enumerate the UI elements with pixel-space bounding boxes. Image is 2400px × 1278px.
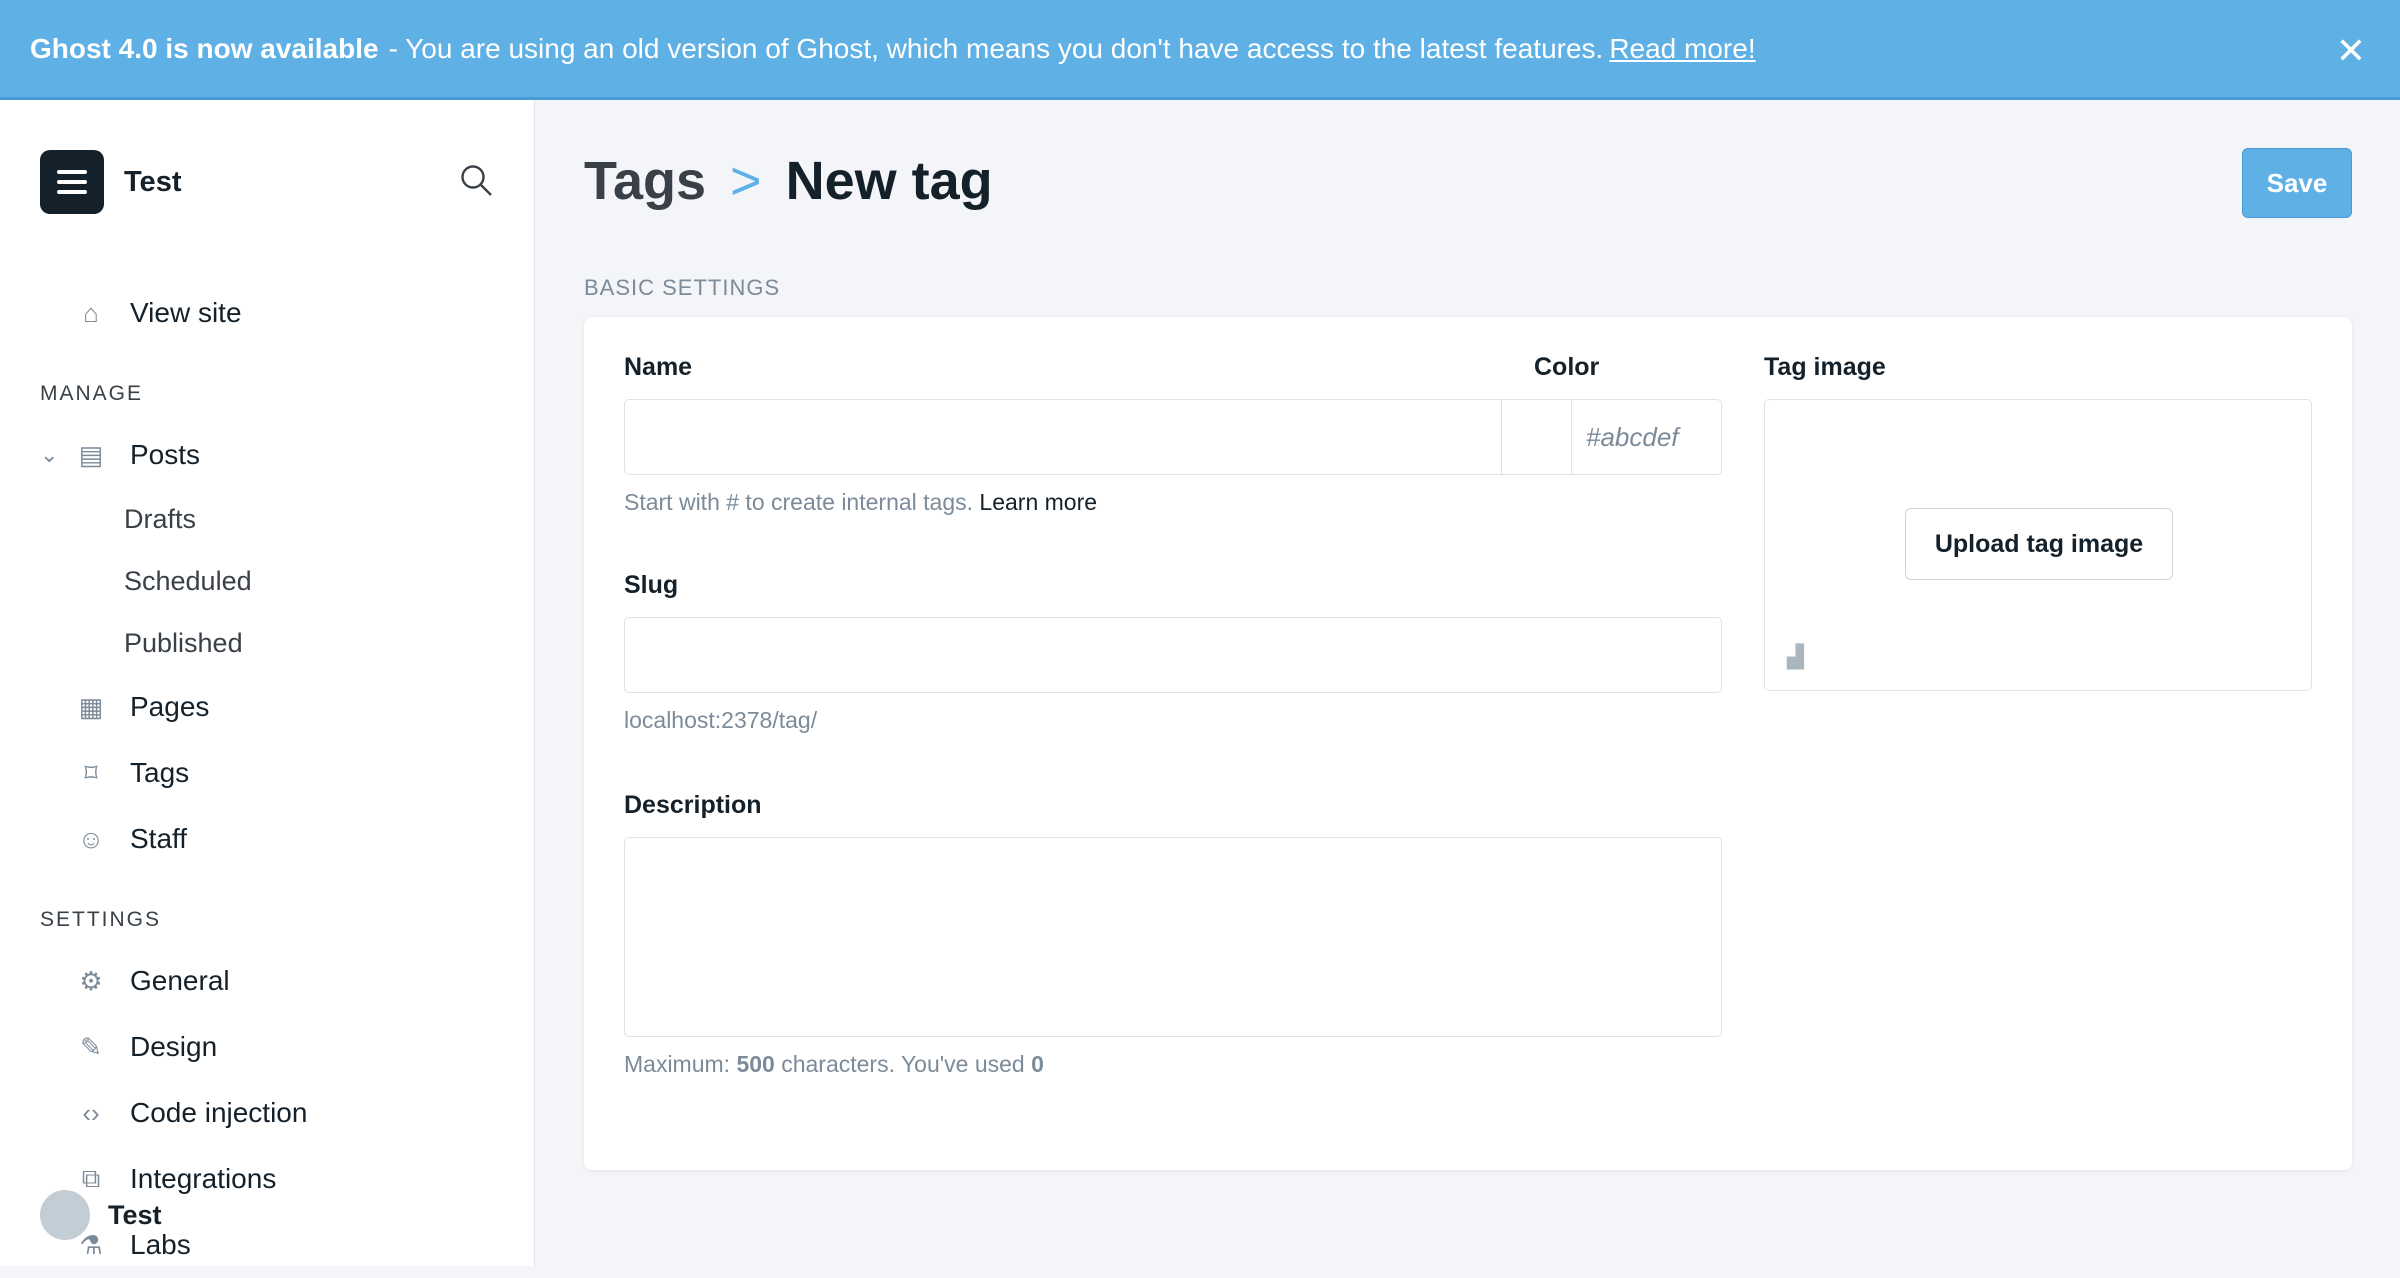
site-brand[interactable]: Test bbox=[40, 150, 181, 214]
posts-label: Posts bbox=[130, 439, 201, 470]
staff-icon: ☺ bbox=[77, 823, 105, 854]
sidebar-item-pages[interactable]: ▦ Pages bbox=[40, 674, 500, 740]
close-icon[interactable]: ✕ bbox=[2336, 30, 2366, 72]
color-label: Color bbox=[1534, 353, 1600, 381]
code-icon: ‹› bbox=[82, 1097, 100, 1128]
tag-icon: ⌑ bbox=[84, 757, 98, 788]
save-button[interactable]: Save bbox=[2242, 148, 2352, 218]
sidebar-item-posts[interactable]: ⌄ ▤ Posts bbox=[40, 422, 500, 488]
scheduled-label: Scheduled bbox=[124, 565, 252, 596]
slug-input[interactable] bbox=[624, 617, 1722, 693]
name-label: Name bbox=[624, 353, 693, 381]
chevron-down-icon[interactable]: ⌄ bbox=[40, 442, 58, 468]
pages-label: Pages bbox=[130, 691, 210, 722]
sidebar-item-scheduled[interactable]: Scheduled bbox=[40, 550, 500, 612]
published-label: Published bbox=[124, 627, 243, 658]
posts-icon: ▤ bbox=[78, 439, 104, 470]
sidebar-item-general[interactable]: ⚙ General bbox=[40, 948, 500, 1014]
tag-settings-card: Name Color #abcdef Start with # to creat… bbox=[584, 317, 2352, 1170]
banner-message: - You are using an old version of Ghost,… bbox=[388, 32, 1604, 64]
sidebar: Test ⌂ View site MANAGE ⌄ ▤ Posts Drafts Sc… bbox=[0, 100, 535, 1266]
counter-text: Maximum: bbox=[624, 1051, 737, 1077]
tag-image-label: Tag image bbox=[1764, 353, 1886, 381]
banner-title: Ghost 4.0 is now available bbox=[30, 32, 379, 64]
chevron-right-icon: > bbox=[730, 151, 762, 211]
description-textarea[interactable] bbox=[624, 837, 1722, 1037]
main-content: Tags > New tag Save BASIC SETTINGS Name … bbox=[535, 100, 2400, 1266]
pages-icon: ▦ bbox=[78, 691, 104, 722]
name-input[interactable]: #abcdef bbox=[624, 399, 1722, 475]
sidebar-item-design[interactable]: ✎ Design bbox=[40, 1014, 500, 1080]
name-help: Start with # to create internal tags. Le… bbox=[624, 489, 1097, 516]
sidebar-item-published[interactable]: Published bbox=[40, 612, 500, 674]
slug-url: localhost:2378/tag/ bbox=[624, 707, 818, 733]
learn-more-link[interactable]: Learn more bbox=[979, 489, 1097, 515]
sidebar-item-code-injection[interactable]: ‹› Code injection bbox=[40, 1080, 500, 1146]
counter-max: 500 bbox=[736, 1051, 775, 1077]
brush-icon: ✎ bbox=[80, 1031, 102, 1062]
sidebar-item-view-site[interactable]: ⌂ View site bbox=[40, 280, 500, 346]
site-logo-icon bbox=[40, 150, 104, 214]
breadcrumb: Tags > New tag bbox=[584, 150, 993, 212]
page-title: New tag bbox=[785, 151, 993, 211]
gear-icon: ⚙ bbox=[79, 965, 103, 996]
search-icon[interactable] bbox=[458, 162, 494, 198]
tag-image-uploader[interactable]: Upload tag image ▟ bbox=[1764, 399, 2312, 691]
description-counter: Maximum: 500 characters. You've used 0 bbox=[624, 1051, 1044, 1078]
section-heading: BASIC SETTINGS bbox=[584, 275, 781, 300]
description-label: Description bbox=[624, 791, 762, 819]
update-banner: Ghost 4.0 is now available - You are usi… bbox=[0, 0, 2400, 100]
sidebar-item-drafts[interactable]: Drafts bbox=[40, 488, 500, 550]
name-help-text: Start with # to create internal tags. bbox=[624, 489, 974, 515]
upload-tag-image-button[interactable]: Upload tag image bbox=[1905, 508, 2173, 580]
code-injection-label: Code injection bbox=[130, 1097, 308, 1128]
slug-label: Slug bbox=[624, 571, 679, 599]
home-icon: ⌂ bbox=[83, 297, 99, 328]
design-label: Design bbox=[130, 1031, 218, 1062]
counter-used: 0 bbox=[1031, 1051, 1044, 1077]
color-swatch[interactable] bbox=[1501, 400, 1571, 474]
counter-text-2: characters. You've used bbox=[774, 1051, 1032, 1077]
staff-label: Staff bbox=[130, 823, 188, 854]
avatar bbox=[40, 1190, 90, 1240]
sidebar-item-staff[interactable]: ☺ Staff bbox=[40, 806, 500, 872]
manage-heading: MANAGE bbox=[40, 382, 144, 405]
site-name: Test bbox=[124, 165, 182, 198]
settings-heading: SETTINGS bbox=[40, 908, 162, 931]
banner-read-more-link[interactable]: Read more! bbox=[1609, 33, 1755, 65]
breadcrumb-tags-link[interactable]: Tags bbox=[584, 150, 706, 212]
tags-label: Tags bbox=[130, 757, 190, 788]
user-name: Test bbox=[108, 1199, 162, 1230]
user-menu[interactable]: Test bbox=[40, 1190, 162, 1240]
drafts-label: Drafts bbox=[124, 503, 197, 534]
color-input[interactable]: #abcdef bbox=[1571, 400, 1721, 474]
view-site-label: View site bbox=[130, 297, 242, 328]
unsplash-icon[interactable]: ▟ bbox=[1787, 644, 1813, 670]
general-label: General bbox=[130, 965, 230, 996]
sidebar-item-tags[interactable]: ⌑ Tags bbox=[40, 740, 500, 806]
